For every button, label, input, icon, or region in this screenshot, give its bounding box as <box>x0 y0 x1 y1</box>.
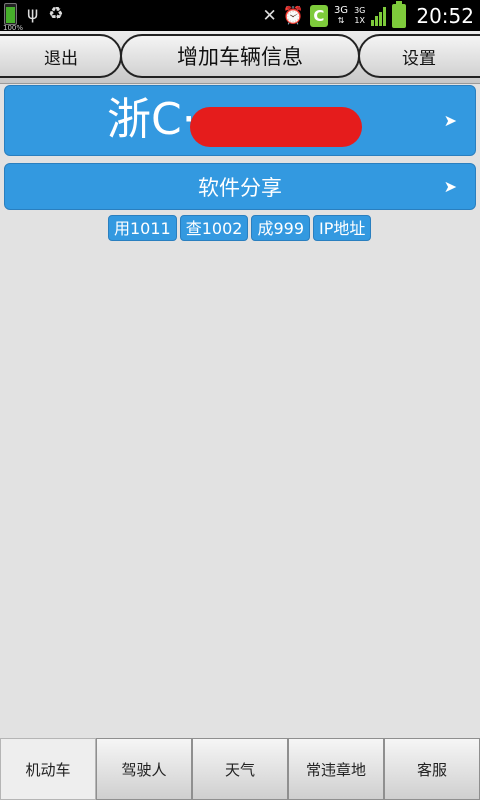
exit-button[interactable]: 退出 <box>0 34 122 78</box>
settings-button[interactable]: 设置 <box>358 34 480 78</box>
tab-customer-service[interactable]: 客服 <box>384 738 480 800</box>
status-bar: 100% ψ ♻ ✕ ⏰ C 3G ⇅ 3G 1X 20:52 <box>0 0 480 32</box>
network-type-sub: 1X <box>354 15 365 25</box>
chevron-right-icon: ➤ <box>443 111 457 130</box>
status-left-icons: 100% ψ ♻ <box>3 3 64 32</box>
c-app-icon: C <box>309 4 328 27</box>
tab-driver[interactable]: 驾驶人 <box>96 738 192 800</box>
share-label: 软件分享 <box>198 175 282 200</box>
plate-prefix: 浙C· <box>107 94 196 145</box>
small-battery-icon: 100% <box>3 3 23 32</box>
battery-icon <box>392 0 407 28</box>
redaction-mark <box>190 107 362 147</box>
status-right-icons: ✕ ⏰ C 3G ⇅ 3G 1X 20:52 <box>263 0 474 31</box>
status-clock: 20:52 <box>416 3 474 28</box>
usb-icon: ψ <box>27 4 39 24</box>
tab-weather[interactable]: 天气 <box>192 738 288 800</box>
title-bar: 退出 增加车辆信息 设置 <box>0 31 480 84</box>
tab-violation-hotspots[interactable]: 常违章地 <box>288 738 384 800</box>
badge-success: 成999 <box>251 215 311 241</box>
share-software-row[interactable]: 软件分享 ➤ <box>4 163 476 210</box>
network-3g-indicator: 3G ⇅ <box>333 4 349 25</box>
network-type-label-2: 3G <box>354 5 366 15</box>
badge-used: 用1011 <box>108 215 177 241</box>
stats-badges: 用1011 查1002 成999 IP地址 <box>108 215 372 241</box>
recycle-icon: ♻ <box>48 4 64 24</box>
network-1x-indicator: 3G 1X <box>354 6 365 26</box>
signal-icon <box>371 6 387 26</box>
tab-motor-vehicle[interactable]: 机动车 <box>0 738 96 800</box>
mute-icon: ✕ <box>262 5 277 26</box>
badge-queried: 查1002 <box>179 215 249 241</box>
chevron-right-icon: ➤ <box>443 177 457 196</box>
ip-address-button[interactable]: IP地址 <box>313 215 372 241</box>
vehicle-plate-row[interactable]: 浙C· ➤ <box>4 85 476 156</box>
bottom-tab-bar: 机动车 驾驶人 天气 常违章地 客服 <box>0 738 480 800</box>
network-type-label: 3G <box>333 4 349 16</box>
page-title: 增加车辆信息 <box>120 34 360 78</box>
alarm-icon: ⏰ <box>282 5 304 26</box>
